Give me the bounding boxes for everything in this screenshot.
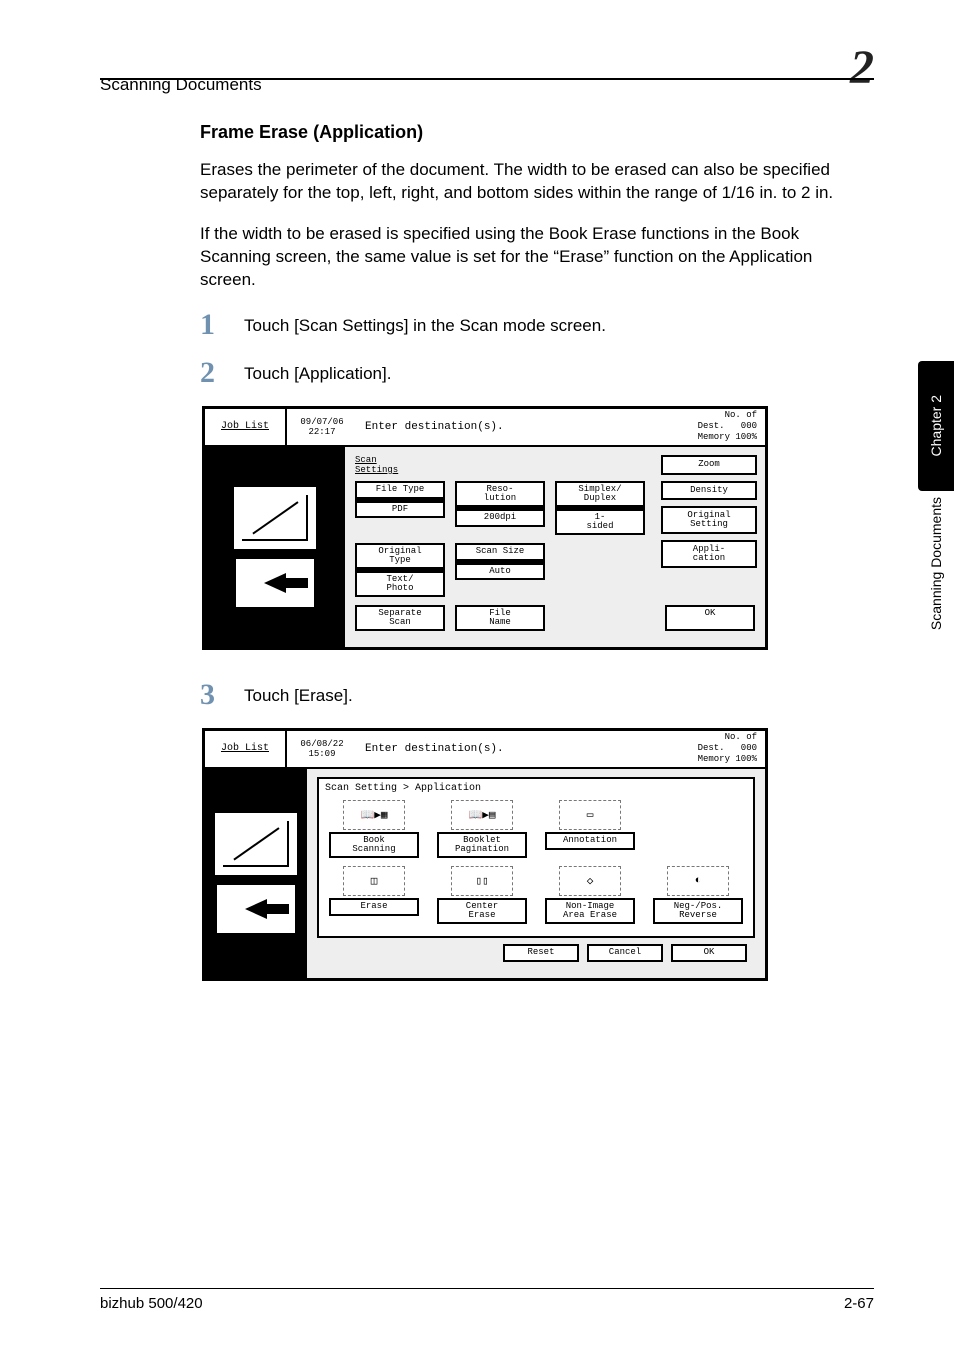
preview-column — [205, 447, 345, 647]
chapter-big-number: 2 — [850, 40, 874, 95]
dest-count: 000 — [741, 421, 757, 431]
erase-icon: ◫ — [343, 866, 405, 896]
annotation-icon: ▭ — [559, 800, 621, 830]
memory-value: Memory 100% — [698, 432, 757, 442]
original-type-value[interactable]: Text/ Photo — [355, 571, 445, 597]
original-setting-button[interactable]: Original Setting — [661, 506, 757, 534]
step-2: 2 Touch [Application]. — [200, 358, 854, 388]
density-button[interactable]: Density — [661, 481, 757, 501]
resolution-button[interactable]: Reso- lution — [455, 481, 545, 509]
original-type-button[interactable]: Original Type — [355, 543, 445, 571]
non-image-area-erase-icon: ◇ — [559, 866, 621, 896]
footer-left: bizhub 500/420 — [100, 1295, 203, 1312]
neg-pos-reverse-icon: ◐ — [667, 866, 729, 896]
application-panel: Job List 06/08/22 15:09 Enter destinatio… — [202, 728, 768, 981]
enter-destination-label: Enter destination(s). — [357, 421, 647, 433]
ok-button[interactable]: OK — [665, 605, 755, 631]
chapter-tab: Chapter 2 — [918, 361, 954, 491]
panel1-datetime: 09/07/06 22:17 — [287, 417, 357, 437]
simplex-duplex-button[interactable]: Simplex/ Duplex — [555, 481, 645, 509]
step-1-number: 1 — [200, 310, 244, 340]
step-2-number: 2 — [200, 358, 244, 388]
document-icon — [234, 487, 316, 549]
breadcrumb: Scan Setting > Application — [325, 783, 747, 794]
book-scanning-icon: 📖▶▦ — [343, 800, 405, 830]
job-list-button-2[interactable]: Job List — [205, 731, 287, 767]
scan-size-value[interactable]: Auto — [455, 563, 545, 581]
status-block: No. of Dest. 000 Memory 100% — [647, 410, 765, 442]
section-heading: Frame Erase (Application) — [200, 122, 854, 143]
file-name-button[interactable]: File Name — [455, 605, 545, 631]
preview-column-2 — [205, 769, 307, 978]
booklet-pagination-button[interactable]: Booklet Pagination — [437, 832, 527, 858]
neg-pos-reverse-button[interactable]: Neg-/Pos. Reverse — [653, 898, 743, 924]
header-rule — [100, 78, 874, 80]
file-type-button[interactable]: File Type — [355, 481, 445, 501]
side-tab: Chapter 2 Scanning Documents — [918, 200, 954, 650]
scan-size-button[interactable]: Scan Size — [455, 543, 545, 563]
document-icon-2 — [215, 813, 297, 875]
erase-button[interactable]: Erase — [329, 898, 419, 916]
scan-settings-controls: Scan Settings File Type PDF Reso- lution… — [345, 447, 765, 647]
step-1: 1 Touch [Scan Settings] in the Scan mode… — [200, 310, 854, 340]
step-2-text: Touch [Application]. — [244, 358, 391, 384]
page-footer: bizhub 500/420 2-67 — [100, 1288, 874, 1312]
section-tab-label: Scanning Documents — [928, 497, 944, 630]
application-button[interactable]: Appli- cation — [661, 540, 757, 568]
application-controls: Scan Setting > Application 📖▶▦ Book Scan… — [307, 769, 765, 978]
simplex-value[interactable]: 1- sided — [555, 509, 645, 535]
back-arrow-icon[interactable] — [236, 559, 314, 607]
step-3-number: 3 — [200, 680, 244, 710]
job-list-button[interactable]: Job List — [205, 409, 287, 445]
step-3: 3 Touch [Erase]. — [200, 680, 854, 710]
scan-settings-header: Job List 09/07/06 22:17 Enter destinatio… — [205, 409, 765, 447]
scan-settings-panel: Job List 09/07/06 22:17 Enter destinatio… — [202, 406, 768, 650]
zoom-button[interactable]: Zoom — [661, 455, 757, 475]
paragraph-1: Erases the perimeter of the document. Th… — [200, 159, 854, 205]
center-erase-button[interactable]: Center Erase — [437, 898, 527, 924]
reset-button[interactable]: Reset — [503, 944, 579, 962]
status-block-2: No. of Dest. 000 Memory 100% — [647, 732, 765, 764]
non-image-area-erase-button[interactable]: Non-Image Area Erase — [545, 898, 635, 924]
right-side-buttons: Zoom Density Original Setting Appli- cat… — [661, 455, 757, 569]
step-1-text: Touch [Scan Settings] in the Scan mode s… — [244, 310, 606, 336]
cancel-button[interactable]: Cancel — [587, 944, 663, 962]
step-3-text: Touch [Erase]. — [244, 680, 353, 706]
ok-button-2[interactable]: OK — [671, 944, 747, 962]
application-header: Job List 06/08/22 15:09 Enter destinatio… — [205, 731, 765, 769]
chapter-tab-label: Chapter 2 — [928, 395, 944, 456]
back-arrow-icon-2[interactable] — [217, 885, 295, 933]
enter-destination-label-2: Enter destination(s). — [357, 743, 647, 755]
body: Frame Erase (Application) Erases the per… — [200, 110, 854, 1011]
footer-right: 2-67 — [844, 1295, 874, 1312]
book-scanning-button[interactable]: Book Scanning — [329, 832, 419, 858]
file-type-value[interactable]: PDF — [355, 501, 445, 519]
annotation-button[interactable]: Annotation — [545, 832, 635, 850]
booklet-pagination-icon: 📖▶▤ — [451, 800, 513, 830]
separate-scan-button[interactable]: Separate Scan — [355, 605, 445, 631]
resolution-value[interactable]: 200dpi — [455, 509, 545, 527]
paragraph-2: If the width to be erased is specified u… — [200, 223, 854, 292]
center-erase-icon: ▯▯ — [451, 866, 513, 896]
panel2-datetime: 06/08/22 15:09 — [287, 739, 357, 759]
